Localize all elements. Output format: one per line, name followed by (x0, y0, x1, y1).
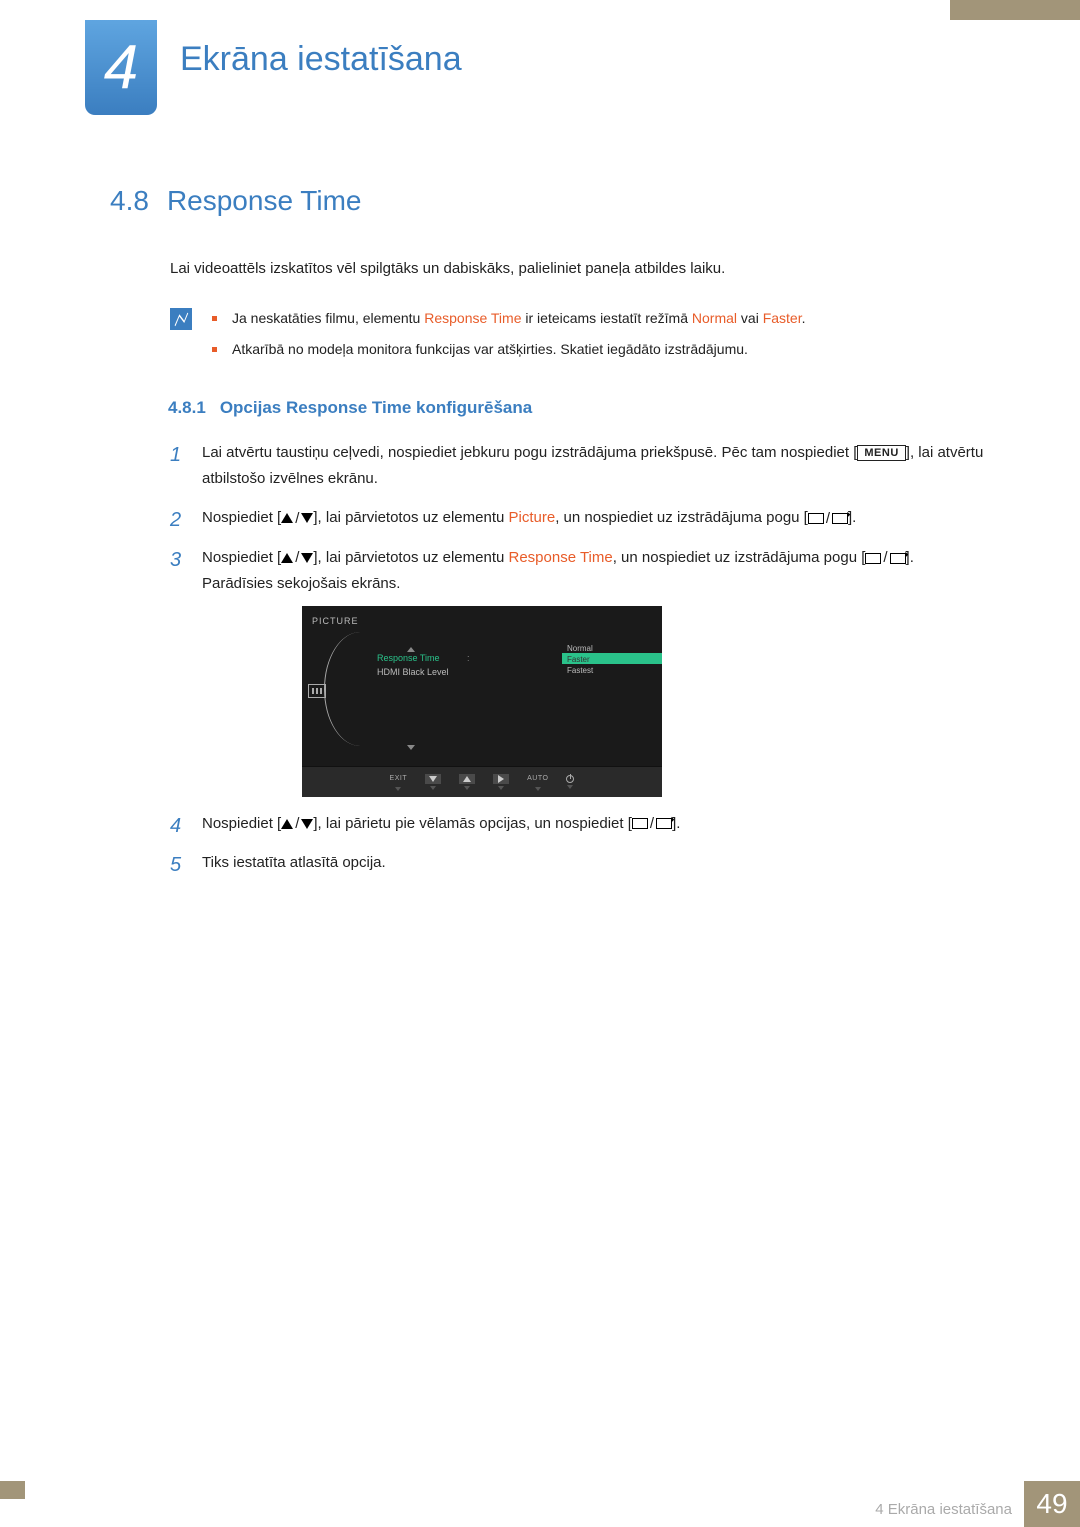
step-2: 2 Nospiediet [ / ], lai pārvietotos uz e… (170, 505, 985, 531)
osd-value-faster: Faster (562, 653, 662, 664)
enter-icon (656, 818, 672, 829)
note-item-1: Ja neskatāties filmu, elementu Response … (212, 306, 985, 331)
section-number: 4.8 (110, 185, 149, 217)
osd-btn-power (566, 775, 574, 789)
step-number: 3 (170, 543, 181, 577)
enter-icon (832, 513, 848, 524)
osd-menu-labels: Response Time : HDMI Black Level (372, 636, 562, 766)
osd-panel: PICTURE Response Time : (302, 606, 662, 796)
enter-icons: / (808, 506, 848, 532)
intro-paragraph: Lai videoattēls izskatītos vēl spilgtāks… (170, 257, 985, 281)
triangle-down-icon (407, 745, 415, 750)
step-3: 3 Nospiediet [ / ], lai pārvietotos uz e… (170, 545, 985, 796)
note-list: Ja neskatāties filmu, elementu Response … (212, 306, 985, 368)
rect-icon (808, 513, 824, 524)
step-number: 5 (170, 848, 181, 882)
osd-row: HDMI Black Level (372, 666, 562, 680)
subsection-heading: 4.8.1 Opcijas Response Time konfigurēšan… (168, 398, 985, 418)
note-icon (170, 308, 192, 330)
up-down-icons: / (281, 545, 313, 571)
rect-icon (632, 818, 648, 829)
section-title: Response Time (167, 185, 362, 217)
section-heading: 4.8 Response Time (110, 185, 985, 217)
note-item-2: Atkarībā no modeļa monitora funkcijas va… (212, 337, 985, 362)
step-5: 5 Tiks iestatīta atlasītā opcija. (170, 850, 985, 876)
osd-btn-right (493, 774, 509, 790)
step-number: 1 (170, 438, 181, 472)
triangle-up-icon (281, 513, 293, 523)
chapter-title: Ekrāna iestatīšana (180, 40, 462, 79)
enter-icon (890, 553, 906, 564)
subsection-title: Opcijas Response Time konfigurēšana (220, 398, 532, 418)
subsection-number: 4.8.1 (168, 398, 206, 418)
step-number: 2 (170, 503, 181, 537)
note-block: Ja neskatāties filmu, elementu Response … (170, 306, 985, 368)
osd-btn-up (459, 774, 475, 790)
triangle-down-icon (301, 819, 313, 829)
osd-screenshot: PICTURE Response Time : (302, 606, 662, 796)
top-bar (0, 0, 1080, 20)
osd-body: Response Time : HDMI Black Level Normal … (302, 636, 662, 766)
triangle-up-icon (281, 819, 293, 829)
emphasis: Normal (692, 310, 737, 326)
rect-icon (865, 553, 881, 564)
up-down-icons: / (281, 811, 313, 837)
enter-icons: / (632, 811, 672, 837)
triangle-down-icon (301, 513, 313, 523)
footer-chapter-label: 4 Ekrāna iestatīšana (875, 1481, 1024, 1527)
triangle-down-icon (301, 553, 313, 563)
osd-row-active: Response Time : (372, 652, 562, 666)
emphasis: Response Time (424, 310, 521, 326)
osd-value-normal: Normal (562, 642, 662, 653)
content-area: 4.8 Response Time Lai videoattēls izskat… (110, 185, 985, 890)
osd-arc (332, 636, 372, 766)
triangle-up-icon (281, 553, 293, 563)
footer-accent (0, 1481, 25, 1499)
step-number: 4 (170, 809, 181, 843)
step-list: 1 Lai atvērtu taustiņu ceļvedi, nospiedi… (170, 440, 985, 876)
step-4: 4 Nospiediet [ / ], lai pārietu pie vēla… (170, 811, 985, 837)
osd-btn-auto: AUTO (527, 773, 548, 791)
osd-button-bar: EXIT AUTO (302, 766, 662, 797)
up-down-icons: / (281, 506, 313, 532)
osd-values: Normal Faster Fastest (562, 642, 662, 766)
top-accent (950, 0, 1080, 20)
emphasis: Picture (509, 509, 556, 526)
menu-button-label: MENU (857, 445, 905, 461)
osd-value-fastest: Fastest (562, 664, 662, 675)
page-number: 49 (1024, 1481, 1080, 1527)
chapter-badge: 4 (85, 20, 157, 115)
enter-icons: / (865, 545, 905, 571)
emphasis: Faster (763, 310, 802, 326)
emphasis: Response Time (509, 549, 613, 566)
page-footer: 4 Ekrāna iestatīšana 49 (0, 1481, 1080, 1527)
osd-btn-exit: EXIT (390, 773, 408, 791)
step-1: 1 Lai atvērtu taustiņu ceļvedi, nospiedi… (170, 440, 985, 491)
osd-btn-down (425, 774, 441, 790)
